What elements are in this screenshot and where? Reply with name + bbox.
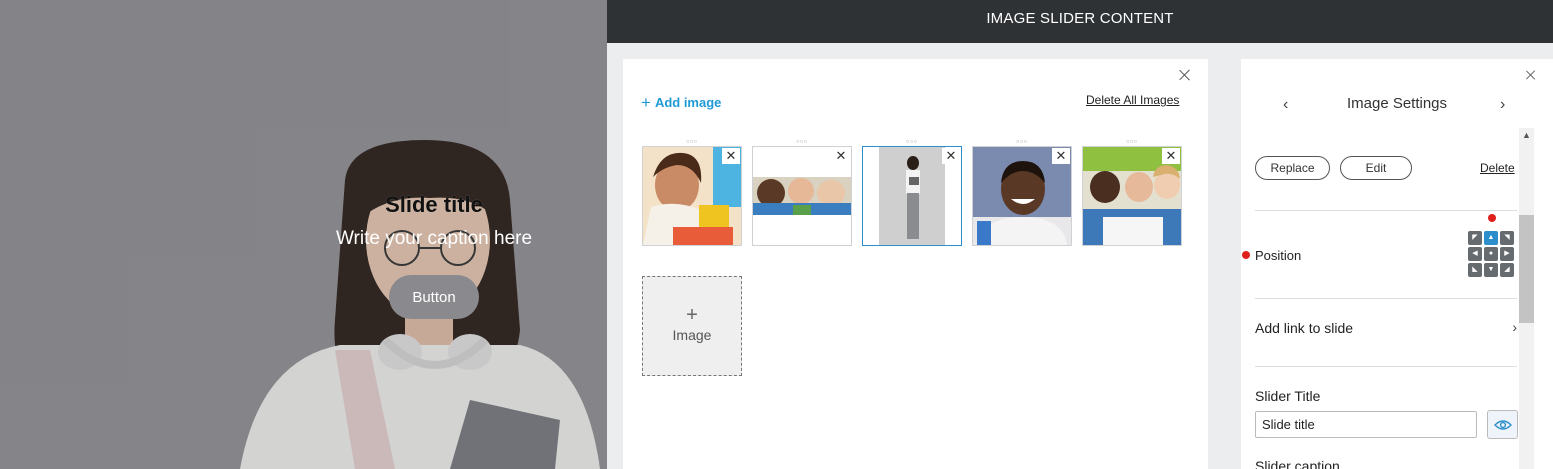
add-image-button[interactable]: + Add image	[641, 93, 722, 112]
slider-title-label: Slider Title	[1255, 388, 1321, 404]
remove-image-icon[interactable]: ✕	[722, 148, 740, 164]
slide-preview: Slide title Write your caption here Butt…	[0, 0, 607, 469]
marker-dot	[1242, 251, 1250, 259]
position-bottom-right[interactable]: ◢	[1500, 263, 1514, 277]
divider	[1255, 366, 1517, 367]
drag-handle-icon[interactable]: ▫▫▫	[642, 137, 742, 146]
scroll-up-icon[interactable]: ▲	[1519, 128, 1534, 142]
slider-title-input[interactable]	[1255, 411, 1477, 438]
eye-icon	[1493, 419, 1512, 430]
position-bottom-center[interactable]: ▼	[1484, 263, 1498, 277]
image-thumbnail-selected[interactable]: ✕	[862, 146, 962, 246]
remove-image-icon[interactable]: ✕	[832, 148, 850, 164]
drag-handle-icon[interactable]: ▫▫▫	[862, 137, 962, 146]
header-title: IMAGE SLIDER CONTENT	[986, 10, 1174, 27]
close-settings-icon[interactable]	[1525, 69, 1537, 81]
position-middle-right[interactable]: ▶	[1500, 247, 1514, 261]
position-top-right[interactable]: ◥	[1500, 231, 1514, 245]
chevron-left-icon[interactable]: ‹	[1283, 96, 1288, 114]
position-bottom-left[interactable]: ◣	[1468, 263, 1482, 277]
image-thumbnail[interactable]: ✕	[972, 146, 1072, 246]
add-image-tile-label: Image	[672, 327, 712, 343]
delete-all-images-button[interactable]: Delete All Images	[1086, 93, 1179, 107]
position-label: Position	[1255, 248, 1302, 263]
position-top-left[interactable]: ◤	[1468, 231, 1482, 245]
settings-scrollbar[interactable]: ▲	[1519, 128, 1534, 469]
plus-icon: +	[686, 304, 698, 326]
replace-image-button[interactable]: Replace	[1255, 156, 1330, 180]
panel-header: IMAGE SLIDER CONTENT	[607, 0, 1553, 43]
drag-handle-icon[interactable]: ▫▫▫	[752, 137, 852, 146]
toggle-title-visibility-button[interactable]	[1487, 410, 1518, 439]
add-image-tile[interactable]: + Image	[642, 276, 742, 376]
add-link-label: Add link to slide	[1255, 320, 1354, 336]
position-middle-left[interactable]: ◀	[1468, 247, 1482, 261]
image-thumbnail[interactable]: ✕	[1082, 146, 1182, 246]
image-thumbnail[interactable]: ✕	[642, 146, 742, 246]
divider	[1255, 298, 1517, 299]
position-top-center[interactable]: ▲	[1484, 231, 1498, 245]
image-thumbnail[interactable]: ✕	[752, 146, 852, 246]
divider	[1255, 210, 1517, 211]
slide-caption: Write your caption here	[335, 228, 533, 249]
remove-image-icon[interactable]: ✕	[1052, 148, 1070, 164]
drag-handle-icon[interactable]: ▫▫▫	[1082, 137, 1182, 146]
add-image-label: Add image	[654, 95, 722, 110]
images-panel: + Add image Delete All Images ▫▫▫ ▫▫▫ ▫▫…	[623, 59, 1208, 469]
position-grid: ◤ ▲ ◥ ◀ ● ▶ ◣ ▼ ◢	[1468, 231, 1516, 277]
slide-cta-button[interactable]: Button	[389, 275, 479, 319]
scroll-thumb[interactable]	[1519, 215, 1534, 323]
slider-caption-label: Slider caption	[1255, 458, 1340, 469]
delete-image-button[interactable]: Delete	[1480, 161, 1515, 175]
image-settings-panel: ‹ Image Settings › ▲ Replace Edit Delete…	[1241, 59, 1553, 469]
plus-icon: +	[641, 93, 651, 112]
remove-image-icon[interactable]: ✕	[1162, 148, 1180, 164]
slide-title: Slide title	[385, 192, 483, 217]
drag-handle-icon[interactable]: ▫▫▫	[972, 137, 1072, 146]
edit-image-button[interactable]: Edit	[1340, 156, 1412, 180]
position-center[interactable]: ●	[1484, 247, 1498, 261]
chevron-right-icon: ›	[1512, 319, 1517, 335]
marker-dot	[1488, 214, 1496, 222]
remove-image-icon[interactable]: ✕	[942, 148, 960, 164]
close-images-panel-icon[interactable]	[1178, 68, 1192, 82]
chevron-right-icon[interactable]: ›	[1500, 96, 1505, 114]
settings-title: Image Settings	[1346, 95, 1448, 112]
add-link-to-slide-row[interactable]: Add link to slide ›	[1255, 319, 1517, 336]
